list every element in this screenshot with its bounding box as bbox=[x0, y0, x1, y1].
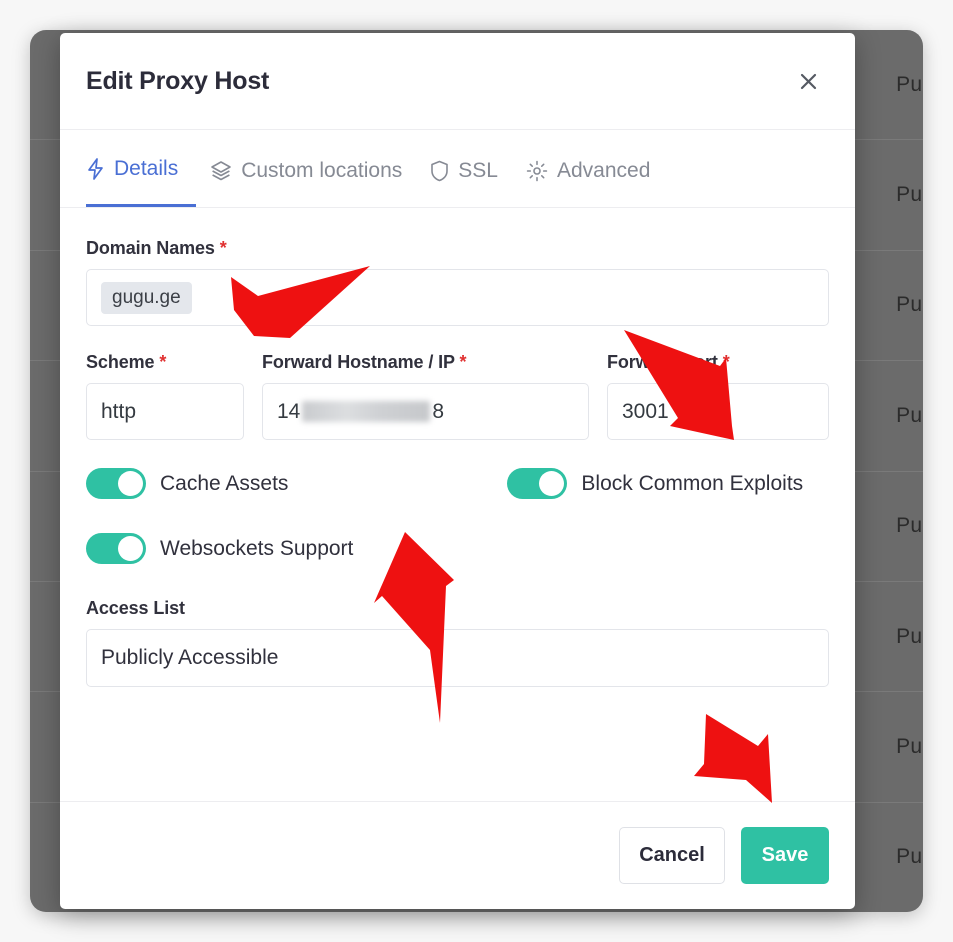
field-label-domain-names: Domain Names * bbox=[86, 238, 227, 258]
table-cell-access: Publ bbox=[896, 734, 923, 758]
modal-footer: Cancel Save bbox=[60, 801, 855, 909]
modal-tabs: Details Custom locations SSL Advanced bbox=[60, 130, 855, 208]
table-cell-access: Publ bbox=[896, 624, 923, 648]
toggle-switch-on-icon[interactable] bbox=[86, 533, 146, 564]
table-cell-access: Publ bbox=[896, 183, 923, 207]
forward-hostname-input[interactable]: 14 8 bbox=[262, 383, 589, 440]
scheme-select[interactable]: http bbox=[86, 383, 244, 440]
domain-tag[interactable]: gugu.ge bbox=[101, 281, 192, 314]
table-cell-access: Publ bbox=[896, 845, 923, 869]
toggle-row: Cache Assets Block Common Exploits bbox=[86, 468, 829, 499]
tab-label: Advanced bbox=[556, 158, 651, 182]
layers-icon bbox=[210, 160, 232, 182]
tab-ssl[interactable]: SSL bbox=[416, 130, 512, 207]
toggle-label: Websockets Support bbox=[160, 536, 354, 560]
tab-label: Details bbox=[114, 157, 179, 180]
required-marker: * bbox=[459, 352, 467, 372]
cancel-button[interactable]: Cancel bbox=[619, 827, 725, 884]
forward-hostname-value-suffix: 8 bbox=[432, 399, 445, 423]
redacted-ip-blur bbox=[302, 401, 431, 422]
tab-label: SSL bbox=[458, 158, 498, 182]
required-marker: * bbox=[159, 352, 167, 372]
field-label-access-list: Access List bbox=[86, 598, 185, 618]
table-cell-access: Publ bbox=[896, 403, 923, 427]
required-marker: * bbox=[722, 352, 730, 372]
forward-hostname-value-prefix: 14 bbox=[277, 399, 301, 423]
modal-header: Edit Proxy Host bbox=[60, 33, 855, 130]
toggles-area: Cache Assets Block Common Exploits Webso… bbox=[86, 468, 829, 564]
toggle-block-common-exploits[interactable]: Block Common Exploits bbox=[507, 468, 803, 499]
forward-settings-row: Scheme * http Forward Hostname / IP * 14… bbox=[86, 352, 829, 440]
field-forward-hostname: Forward Hostname / IP * 14 8 bbox=[262, 352, 589, 440]
scheme-value: http bbox=[101, 399, 137, 423]
toggle-label: Cache Assets bbox=[160, 471, 289, 495]
shield-icon bbox=[430, 160, 449, 182]
table-cell-access: Publ bbox=[896, 293, 923, 317]
table-cell-access: Publ bbox=[896, 514, 923, 538]
lightning-icon bbox=[86, 158, 105, 180]
tab-label: Custom locations bbox=[241, 158, 403, 182]
edit-proxy-host-modal: Edit Proxy Host Details Custom locations… bbox=[60, 33, 855, 909]
field-label-forward-port: Forward Port * bbox=[607, 352, 730, 372]
toggle-cache-assets[interactable]: Cache Assets bbox=[86, 468, 288, 499]
toggle-switch-on-icon[interactable] bbox=[86, 468, 146, 499]
tab-custom-locations[interactable]: Custom locations bbox=[196, 130, 416, 207]
toggle-switch-on-icon[interactable] bbox=[507, 468, 568, 499]
toggle-row: Websockets Support bbox=[86, 533, 829, 564]
forward-port-value: 3001 bbox=[622, 399, 669, 423]
forward-port-input[interactable]: 3001 bbox=[607, 383, 829, 440]
table-cell-access: Publ bbox=[896, 72, 923, 96]
access-list-value: Publicly Accessible bbox=[101, 646, 279, 669]
field-forward-port: Forward Port * 3001 bbox=[607, 352, 829, 440]
toggle-label: Block Common Exploits bbox=[581, 471, 804, 495]
field-domain-names: Domain Names * gugu.ge bbox=[86, 238, 829, 326]
save-button[interactable]: Save bbox=[741, 827, 829, 884]
tab-advanced[interactable]: Advanced bbox=[512, 130, 664, 207]
access-list-select[interactable]: Publicly Accessible bbox=[86, 629, 829, 687]
modal-body: Domain Names * gugu.ge Scheme * http For… bbox=[60, 208, 855, 801]
field-access-list: Access List Publicly Accessible bbox=[86, 598, 829, 687]
gear-icon bbox=[526, 160, 548, 182]
tab-details[interactable]: Details bbox=[86, 130, 197, 207]
field-label-scheme: Scheme * bbox=[86, 352, 167, 372]
domain-names-input[interactable]: gugu.ge bbox=[86, 269, 829, 326]
close-icon[interactable] bbox=[791, 64, 825, 98]
required-marker: * bbox=[219, 238, 227, 258]
field-label-forward-hostname: Forward Hostname / IP * bbox=[262, 352, 467, 372]
toggle-websockets-support[interactable]: Websockets Support bbox=[86, 533, 353, 564]
field-scheme: Scheme * http bbox=[86, 352, 244, 440]
page-title: Edit Proxy Host bbox=[86, 66, 270, 95]
